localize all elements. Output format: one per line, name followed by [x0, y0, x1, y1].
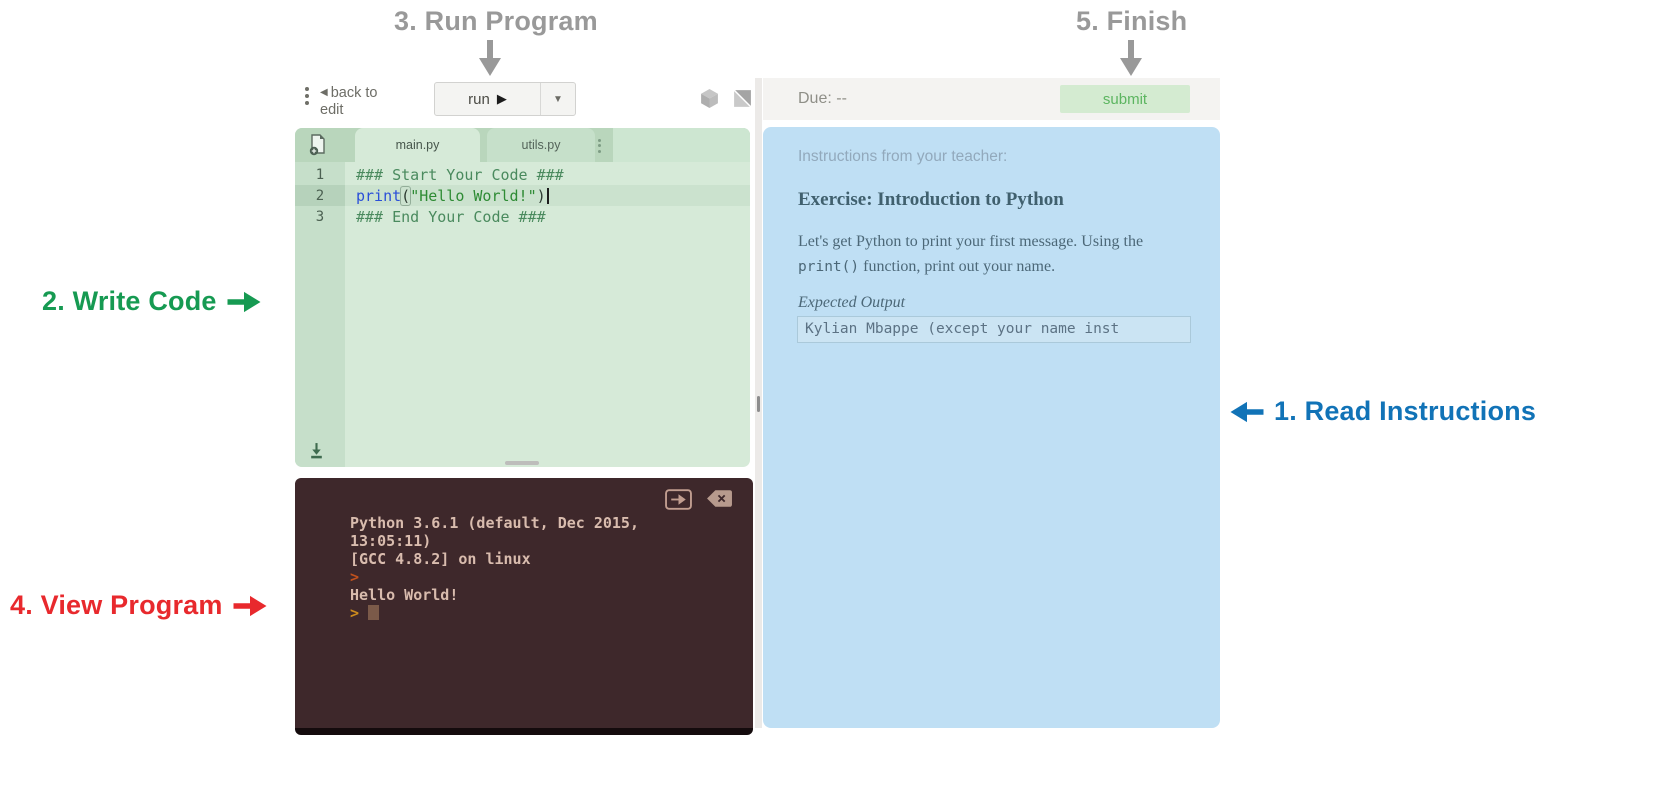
- editor-tab-bar: main.py utils.py: [295, 128, 750, 162]
- run-button-group: run ▶ ▼: [434, 82, 576, 116]
- exercise-title: Exercise: Introduction to Python: [798, 189, 1064, 210]
- console-prompt: >: [350, 568, 360, 586]
- tab-main-py[interactable]: main.py: [355, 128, 480, 162]
- close-paren: ): [536, 186, 546, 205]
- run-button[interactable]: run ▶: [435, 83, 541, 115]
- tab-utils-py[interactable]: utils.py: [487, 128, 595, 162]
- screenshot-stage: 3. Run Program 5. Finish 2. Write Code 4…: [0, 0, 1674, 810]
- exercise-body: Let's get Python to print your first mes…: [798, 233, 1144, 275]
- right-arrow-icon: [227, 291, 261, 312]
- panel-splitter[interactable]: [755, 78, 762, 728]
- caret-down-icon: ▼: [553, 93, 563, 105]
- assignment-header-bar: Due: -- submit: [763, 78, 1220, 120]
- console-clear-icon[interactable]: [706, 489, 733, 508]
- string-literal: "Hello World!": [410, 186, 537, 205]
- annotation-read-instructions: 1. Read Instructions: [1230, 396, 1536, 427]
- annotation-write-code: 2. Write Code: [42, 286, 261, 317]
- annotation-view-program-label: 4. View Program: [10, 590, 223, 620]
- annotation-write-code-label: 2. Write Code: [42, 286, 217, 316]
- annotation-read-instructions-label: 1. Read Instructions: [1274, 396, 1537, 426]
- code-editor-panel[interactable]: main.py utils.py 1 ### Start Your Code #…: [295, 128, 750, 467]
- inline-code: print(): [798, 259, 860, 275]
- code-line-3: 3 ### End Your Code ###: [295, 206, 750, 227]
- console-input-icon[interactable]: [665, 489, 692, 510]
- console-output: Python 3.6.1 (default, Dec 2015, 13:05:11…: [350, 514, 639, 622]
- expected-output-box: Kylian Mbappe (except your name inst: [797, 316, 1191, 343]
- submit-button[interactable]: submit: [1060, 85, 1190, 113]
- editor-menu-icon[interactable]: [303, 84, 311, 108]
- tab-options-icon[interactable]: [598, 136, 601, 155]
- line-number: 2: [315, 187, 325, 204]
- annotation-finish: 5. Finish: [1076, 6, 1187, 37]
- instructions-header: Instructions from your teacher:: [798, 148, 1008, 165]
- left-arrow-icon: [1230, 401, 1264, 422]
- down-arrow-icon: [479, 40, 501, 76]
- annotation-run-program-label: 3. Run Program: [394, 6, 598, 36]
- code-text: ### Start Your Code ###: [356, 165, 564, 184]
- down-arrow-icon: [1120, 40, 1142, 76]
- splitter-grip: [757, 396, 760, 412]
- line-number: 3: [315, 208, 325, 225]
- right-arrow-icon: [233, 595, 267, 616]
- annotation-view-program: 4. View Program: [10, 590, 267, 621]
- expected-output-label: Expected Output: [798, 294, 906, 311]
- download-icon[interactable]: [308, 442, 325, 459]
- due-date-label: Due: --: [798, 90, 847, 107]
- back-triangle-icon: ◀: [320, 87, 328, 98]
- annotation-finish-label: 5. Finish: [1076, 6, 1188, 36]
- diagonal-split-square-icon[interactable]: [732, 88, 753, 109]
- back-to-edit-button[interactable]: ◀ back to edit: [320, 84, 377, 119]
- keyword-print: print: [356, 186, 402, 205]
- new-file-icon[interactable]: [308, 134, 328, 156]
- instructions-panel: Instructions from your teacher: Exercise…: [763, 127, 1220, 728]
- console-panel[interactable]: Python 3.6.1 (default, Dec 2015, 13:05:11…: [295, 478, 753, 735]
- editor-resize-handle[interactable]: [505, 461, 539, 465]
- code-text: ### End Your Code ###: [356, 207, 546, 226]
- open-paren: (: [400, 185, 412, 206]
- play-icon: ▶: [496, 91, 507, 106]
- run-options-dropdown[interactable]: ▼: [541, 83, 575, 115]
- code-line-2: 2 print("Hello World!"): [295, 185, 750, 206]
- console-cursor: [368, 605, 380, 620]
- code-line-1: 1 ### Start Your Code ###: [295, 164, 750, 185]
- text-cursor: [546, 187, 549, 204]
- annotation-run-program: 3. Run Program: [394, 6, 598, 37]
- line-number: 1: [315, 166, 325, 183]
- console-prompt: >: [350, 604, 360, 622]
- cube-icon[interactable]: [699, 88, 720, 109]
